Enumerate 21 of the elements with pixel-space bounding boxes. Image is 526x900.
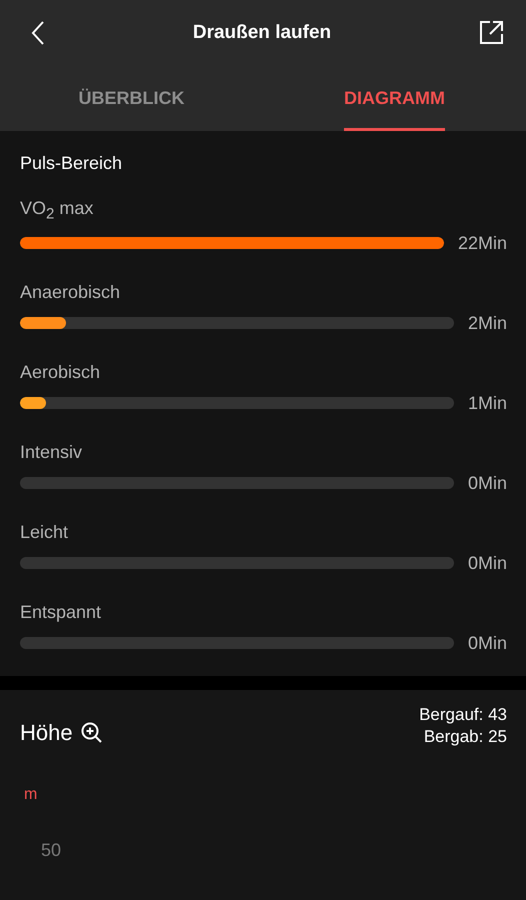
axis-tick: 50: [41, 840, 62, 861]
section-title: Höhe: [20, 720, 73, 746]
downhill-value: Bergab: 25: [424, 726, 507, 748]
zone-duration: 2Min: [468, 312, 507, 334]
section-title: Puls-Bereich: [20, 153, 124, 174]
zone-duration: 22Min: [458, 232, 507, 254]
zone-name: Entspannt: [20, 602, 102, 623]
uphill-value: Bergauf: 43: [419, 704, 507, 726]
zone-name: Aerobisch: [20, 362, 102, 383]
screen-title: Draußen laufen: [192, 22, 332, 44]
zone-name: Intensiv: [20, 442, 84, 463]
zone-duration: 0Min: [468, 552, 507, 574]
zone-name: Leicht: [20, 522, 70, 543]
zone-name: Anaerobisch: [20, 282, 122, 303]
tab[interactable]: ÜBERBLICK: [0, 66, 263, 131]
zone-duration: 0Min: [468, 632, 507, 654]
axis-unit: m: [24, 786, 38, 804]
zoom-in-icon[interactable]: [80, 722, 103, 744]
zone-duration: 1Min: [468, 392, 507, 414]
zone-name: VO$_{2}$ max: [20, 198, 94, 223]
zone-duration: 0Min: [468, 472, 507, 494]
